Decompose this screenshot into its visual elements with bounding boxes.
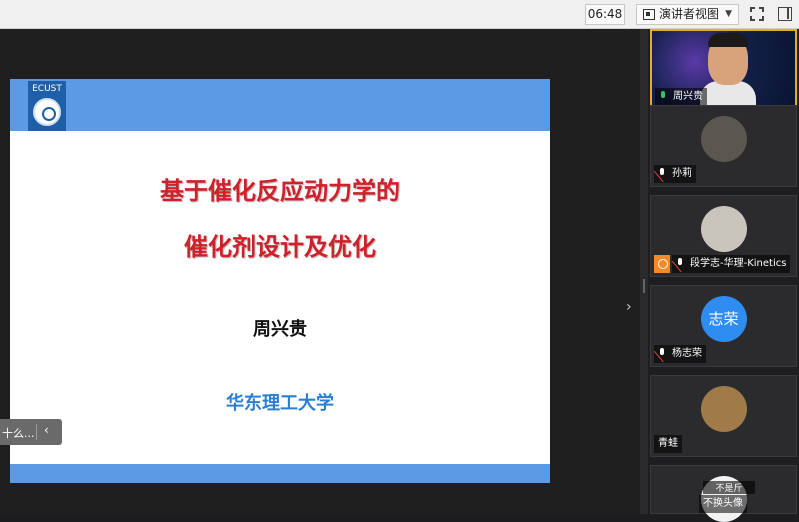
sidebar-toggle-icon[interactable]: [778, 7, 792, 21]
participant-name-tag: 段学志-华理-Kinetics: [672, 255, 791, 273]
participant-panel: 周兴贵 孙莉 段学志-华理-Kinetics 志荣 杨志荣 青蛙 不是斤 不换头…: [648, 29, 799, 522]
host-icon: [654, 255, 670, 273]
participant-name-tag: 杨志荣: [654, 345, 706, 363]
university-seal-icon: [33, 98, 61, 126]
mic-on-icon: [659, 91, 667, 102]
slide-presenter-name: 周兴贵: [253, 319, 307, 340]
logo-text: ECUST: [32, 84, 62, 94]
avatar: [700, 386, 747, 432]
participant-name: 孙莉: [672, 168, 692, 179]
participant-tile[interactable]: 段学志-华理-Kinetics: [650, 195, 797, 277]
slide-title-line1: 基于催化反应动力学的: [160, 177, 400, 205]
participant-name-tag: 青蛙: [654, 435, 682, 453]
shared-screen: ECUST 基于催化反应动力学的 催化剂设计及优化 周兴贵 华东理工大学 十么.…: [0, 29, 640, 514]
participant-name: 段学志-华理-Kinetics: [690, 258, 787, 269]
chevron-left-icon[interactable]: ‹: [44, 423, 49, 437]
participant-tile[interactable]: 志荣 杨志荣: [650, 285, 797, 367]
meeting-timer: 06:48: [585, 4, 625, 25]
pill-divider: [36, 424, 37, 440]
participant-tile[interactable]: 不是斤 不换头像: [650, 465, 797, 522]
participant-tile[interactable]: 周兴贵: [650, 29, 797, 111]
participant-name: 杨志荣: [672, 348, 702, 359]
floating-chat-text: 十么...: [2, 427, 35, 440]
mic-muted-icon: [676, 258, 684, 269]
chevron-right-icon[interactable]: ›: [626, 299, 632, 315]
floating-chat-pill[interactable]: 十么... ‹: [0, 419, 62, 445]
avatar: 志荣: [700, 296, 747, 342]
participant-name: 青蛙: [658, 438, 678, 449]
participant-name: 不换头像: [703, 498, 743, 509]
slide-title-line2: 催化剂设计及优化: [184, 233, 376, 261]
avatar: [700, 116, 747, 162]
participant-name-tag: 孙莉: [654, 165, 696, 183]
participant-name-tag: 不换头像: [699, 495, 747, 513]
slide-footer-band: [10, 464, 550, 483]
top-toolbar: 06:48 演讲者视图 ▼: [0, 0, 799, 29]
participant-name-tag: 周兴贵: [655, 88, 707, 106]
presenter-view-button[interactable]: 演讲者视图 ▼: [636, 4, 739, 25]
participant-name: 周兴贵: [673, 91, 703, 102]
participant-tile[interactable]: 孙莉: [650, 105, 797, 187]
layout-icon: [643, 9, 655, 20]
mic-muted-icon: [658, 168, 666, 179]
fullscreen-icon[interactable]: [750, 7, 764, 21]
avatar: [700, 206, 747, 252]
participant-overlay-text: 不是斤: [703, 481, 755, 494]
panel-resize-handle[interactable]: [640, 29, 648, 514]
participant-tile[interactable]: 青蛙: [650, 375, 797, 457]
slide-school-name: 华东理工大学: [226, 393, 334, 414]
slide-header-band: ECUST: [10, 79, 550, 131]
ecust-logo: ECUST: [28, 81, 66, 131]
presentation-slide: ECUST 基于催化反应动力学的 催化剂设计及优化 周兴贵 华东理工大学: [10, 79, 550, 483]
chevron-down-icon: ▼: [725, 9, 732, 19]
mic-muted-icon: [658, 348, 666, 359]
presenter-view-label: 演讲者视图: [659, 7, 720, 21]
